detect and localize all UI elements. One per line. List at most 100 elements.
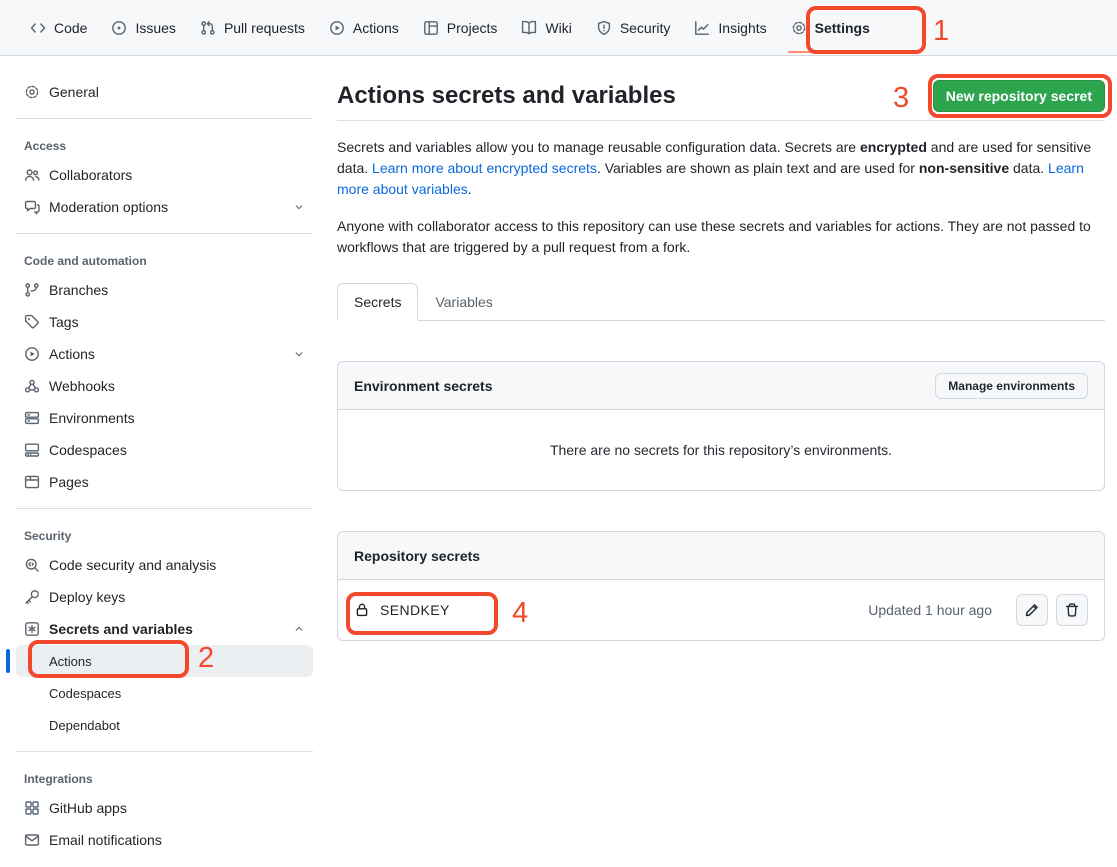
sidebar-divider — [16, 233, 313, 234]
manage-environments-button[interactable]: Manage environments — [935, 373, 1088, 399]
sidebar-item-label: Email notifications — [49, 832, 162, 848]
nav-tab-settings[interactable]: Settings — [783, 13, 878, 43]
tab-variables[interactable]: Variables — [418, 283, 509, 321]
trash-icon — [1064, 602, 1080, 618]
active-item-marker — [6, 649, 10, 673]
environment-secrets-card: Environment secrets Manage environments … — [337, 361, 1105, 491]
environment-secrets-title: Environment secrets — [354, 378, 493, 394]
sidebar-item-collaborators[interactable]: Collaborators — [16, 159, 313, 191]
sidebar-item-label: Actions — [49, 346, 95, 362]
sidebar-item-label: Tags — [49, 314, 79, 330]
nav-tab-actions[interactable]: Actions — [321, 13, 407, 43]
nav-tab-issues[interactable]: Issues — [103, 13, 183, 43]
nav-tab-security[interactable]: Security — [588, 13, 679, 43]
sidebar-divider — [16, 751, 313, 752]
secret-name: SENDKEY — [380, 602, 450, 618]
sidebar-item-label: Environments — [49, 410, 135, 426]
sidebar-item-actions[interactable]: Actions — [16, 338, 313, 370]
sidebar-item-label: Code security and analysis — [49, 557, 216, 573]
nav-tab-insights[interactable]: Insights — [686, 13, 774, 43]
sidebar-item-environments[interactable]: Environments — [16, 402, 313, 434]
sidebar-item-label: Moderation options — [49, 199, 168, 215]
sidebar-item-label: GitHub apps — [49, 800, 127, 816]
shield-icon — [596, 20, 612, 36]
comment-discussion-icon — [24, 199, 40, 215]
sidebar-item-moderation-options[interactable]: Moderation options — [16, 191, 313, 223]
codespaces-icon — [24, 442, 40, 458]
git-branch-icon — [24, 282, 40, 298]
sidebar-item-label: Codespaces — [49, 686, 121, 701]
secrets-variables-tabs: Secrets Variables — [337, 282, 1105, 321]
sidebar-section-title-integrations: Integrations — [16, 762, 313, 792]
gear-icon — [24, 84, 40, 100]
browser-icon — [24, 474, 40, 490]
sidebar-item-label: Codespaces — [49, 442, 127, 458]
nav-tab-pull-requests[interactable]: Pull requests — [192, 13, 313, 43]
sidebar-subitem-actions[interactable]: Actions — [16, 645, 313, 677]
tab-secrets[interactable]: Secrets — [337, 283, 418, 321]
repository-secrets-card: Repository secrets SENDKEY Updated 1 hou… — [337, 531, 1105, 641]
secret-row: SENDKEY Updated 1 hour ago — [338, 580, 1104, 640]
secret-updated-timestamp: Updated 1 hour ago — [868, 602, 992, 618]
sidebar-item-label: General — [49, 84, 99, 100]
nav-tab-label: Wiki — [545, 20, 571, 36]
nav-tab-label: Actions — [353, 20, 399, 36]
gear-icon — [791, 20, 807, 36]
chevron-down-icon — [293, 348, 305, 360]
sidebar-section-title-access: Access — [16, 129, 313, 159]
codescan-icon — [24, 557, 40, 573]
repository-secrets-title: Repository secrets — [354, 548, 480, 564]
sidebar-item-webhooks[interactable]: Webhooks — [16, 370, 313, 402]
git-pull-request-icon — [200, 20, 216, 36]
sidebar-item-code-security[interactable]: Code security and analysis — [16, 549, 313, 581]
lock-icon — [354, 602, 370, 618]
intro-text: data. — [1009, 160, 1048, 176]
sidebar-item-label: Secrets and variables — [49, 621, 193, 637]
intro-bold-encrypted: encrypted — [860, 139, 927, 155]
nav-tab-label: Code — [54, 20, 87, 36]
link-encrypted-secrets[interactable]: Learn more about encrypted secrets — [372, 160, 597, 176]
sidebar-item-label: Actions — [49, 654, 92, 669]
collaborator-access-paragraph: Anyone with collaborator access to this … — [337, 216, 1095, 258]
server-icon — [24, 410, 40, 426]
edit-secret-button[interactable] — [1016, 594, 1048, 626]
intro-text: . — [468, 181, 472, 197]
sidebar-item-branches[interactable]: Branches — [16, 274, 313, 306]
sidebar-item-general[interactable]: General — [16, 76, 313, 108]
sidebar-section-title-code-automation: Code and automation — [16, 244, 313, 274]
sidebar-item-codespaces[interactable]: Codespaces — [16, 434, 313, 466]
sidebar-subitem-dependabot[interactable]: Dependabot — [16, 709, 313, 741]
nav-tab-label: Issues — [135, 20, 175, 36]
chevron-down-icon — [293, 201, 305, 213]
page-title: Actions secrets and variables — [337, 80, 676, 111]
main-content: Actions secrets and variables New reposi… — [321, 56, 1117, 641]
nav-tab-code[interactable]: Code — [22, 13, 95, 43]
code-icon — [30, 20, 46, 36]
sidebar-divider — [16, 118, 313, 119]
nav-tab-projects[interactable]: Projects — [415, 13, 506, 43]
sidebar-subitem-codespaces[interactable]: Codespaces — [16, 677, 313, 709]
intro-bold-non-sensitive: non-sensitive — [919, 160, 1009, 176]
sidebar-item-label: Branches — [49, 282, 108, 298]
active-tab-underline — [788, 51, 873, 53]
sidebar-item-deploy-keys[interactable]: Deploy keys — [16, 581, 313, 613]
key-icon — [24, 589, 40, 605]
sidebar-item-tags[interactable]: Tags — [16, 306, 313, 338]
new-repository-secret-button[interactable]: New repository secret — [933, 80, 1105, 112]
nav-tab-label: Insights — [718, 20, 766, 36]
intro-text: . Variables are shown as plain text and … — [597, 160, 919, 176]
sidebar-item-github-apps[interactable]: GitHub apps — [16, 792, 313, 824]
project-icon — [423, 20, 439, 36]
graph-icon — [694, 20, 710, 36]
tag-icon — [24, 314, 40, 330]
heading-divider — [337, 120, 1105, 121]
nav-tab-wiki[interactable]: Wiki — [513, 13, 579, 43]
sidebar-divider — [16, 508, 313, 509]
people-icon — [24, 167, 40, 183]
intro-text: Secrets and variables allow you to manag… — [337, 139, 860, 155]
nav-tab-label: Pull requests — [224, 20, 305, 36]
sidebar-item-email-notifications[interactable]: Email notifications — [16, 824, 313, 856]
sidebar-item-pages[interactable]: Pages — [16, 466, 313, 498]
sidebar-item-secrets-and-variables[interactable]: Secrets and variables — [16, 613, 313, 645]
delete-secret-button[interactable] — [1056, 594, 1088, 626]
